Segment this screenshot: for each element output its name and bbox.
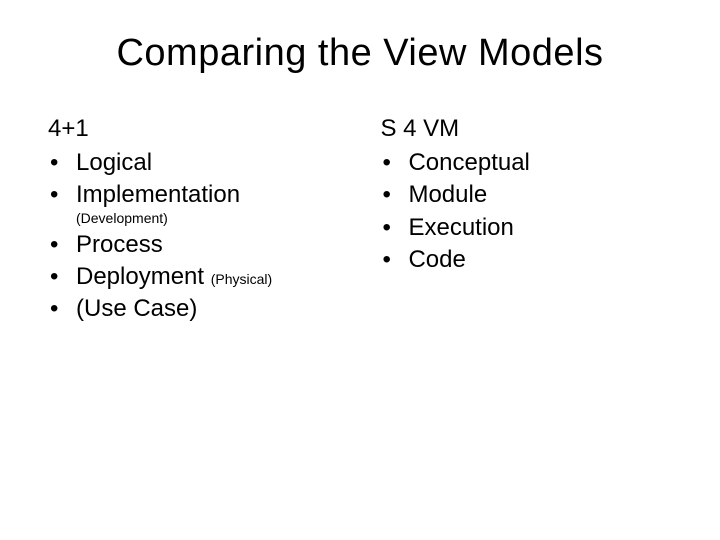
- item-text: Conceptual: [408, 147, 529, 179]
- list-item: • Conceptual: [380, 147, 672, 179]
- bullet-icon: •: [380, 212, 408, 244]
- list-item: • Code: [380, 244, 672, 276]
- slide-title: Comparing the View Models: [48, 32, 672, 75]
- bullet-icon: •: [48, 179, 76, 211]
- bullet-icon: •: [48, 229, 76, 261]
- bullet-icon: •: [48, 147, 76, 179]
- item-subnote: (Development): [48, 210, 372, 227]
- left-column: 4+1 • Logical • Implementation (Developm…: [48, 115, 372, 326]
- columns-container: 4+1 • Logical • Implementation (Developm…: [48, 115, 672, 326]
- item-text: Process: [76, 229, 163, 261]
- item-text: Implementation: [76, 179, 240, 211]
- item-text: Module: [408, 179, 487, 211]
- item-text: (Use Case): [76, 293, 197, 325]
- bullet-icon: •: [380, 179, 408, 211]
- bullet-icon: •: [380, 244, 408, 276]
- list-item: • Logical: [48, 147, 372, 179]
- list-item: • Implementation: [48, 179, 372, 211]
- left-list: • Logical • Implementation (Development)…: [48, 147, 372, 326]
- bullet-icon: •: [48, 293, 76, 325]
- right-column: S 4 VM • Conceptual • Module • Execution…: [372, 115, 672, 326]
- bullet-icon: •: [380, 147, 408, 179]
- list-item: • Execution: [380, 212, 672, 244]
- item-text: Logical: [76, 147, 152, 179]
- left-heading: 4+1: [48, 115, 372, 143]
- bullet-icon: •: [48, 261, 76, 293]
- list-item: • Process: [48, 229, 372, 261]
- item-text: Deployment (Physical): [76, 261, 272, 293]
- right-list: • Conceptual • Module • Execution • Code: [380, 147, 672, 277]
- right-heading: S 4 VM: [380, 115, 672, 143]
- item-text: Execution: [408, 212, 513, 244]
- item-text: Code: [408, 244, 465, 276]
- item-inline-small: (Physical): [211, 271, 272, 287]
- list-item: • (Use Case): [48, 293, 372, 325]
- list-item: • Deployment (Physical): [48, 261, 372, 293]
- item-main-text: Deployment: [76, 263, 204, 290]
- list-item: • Module: [380, 179, 672, 211]
